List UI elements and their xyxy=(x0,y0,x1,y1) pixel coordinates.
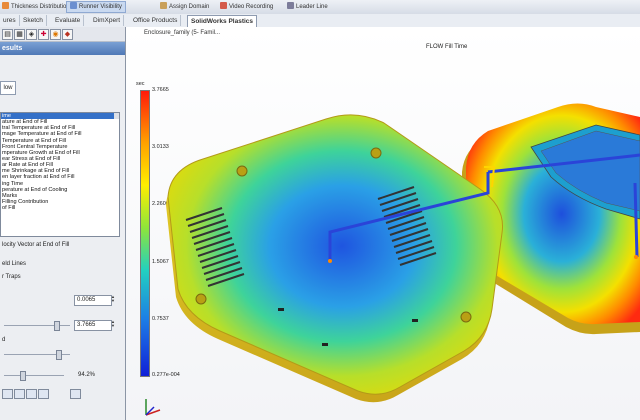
tab-office-products[interactable]: Office Products xyxy=(130,15,182,26)
thickness-icon xyxy=(2,2,9,9)
value-field-2[interactable]: 3.7665 xyxy=(74,320,112,331)
transparency-thumb[interactable] xyxy=(20,371,26,381)
top-toolbar: Thickness Distribution Runner Visibility… xyxy=(0,0,640,15)
label-d: d xyxy=(2,337,6,343)
config-manager-icon[interactable]: ◈ xyxy=(26,29,37,40)
graphics-viewport[interactable]: Enclosure_family (5- Famil... FLOW Fill … xyxy=(126,27,640,420)
stop-icon[interactable] xyxy=(26,389,37,399)
tab-solidworks-plastics[interactable]: SolidWorks Plastics xyxy=(187,15,258,27)
runner-icon xyxy=(70,2,77,9)
tab-evaluate[interactable]: Evaluate xyxy=(52,15,85,26)
video-recording-button[interactable]: Video Recording xyxy=(220,2,273,12)
spin-arrows-2[interactable]: ▲ ▼ xyxy=(111,320,115,328)
record-icon[interactable] xyxy=(38,389,49,399)
dimxpert-icon[interactable]: ✚ xyxy=(38,29,49,40)
video-icon xyxy=(220,2,227,9)
display-manager-icon[interactable]: ◉ xyxy=(50,29,61,40)
play-icon[interactable] xyxy=(2,389,13,399)
leader-line-icon xyxy=(287,2,294,9)
spin-arrows-1[interactable]: ▲ ▼ xyxy=(111,295,115,303)
property-manager-icon[interactable]: ▦ xyxy=(14,29,25,40)
results-property-manager: ▤ ▦ ◈ ✚ ◉ ◆ esults low ime ature at End … xyxy=(0,27,126,420)
settings-icon[interactable] xyxy=(70,389,81,399)
thickness-distribution-button[interactable]: Thickness Distribution xyxy=(2,2,70,12)
list-scrollbar[interactable] xyxy=(114,113,119,120)
pause-icon[interactable] xyxy=(14,389,25,399)
slider-thumb-1[interactable] xyxy=(54,321,60,331)
panel-toolbar: ▤ ▦ ◈ ✚ ◉ ◆ xyxy=(0,27,125,42)
slider-thumb-2[interactable] xyxy=(56,350,62,360)
list-item[interactable]: of Fill xyxy=(1,205,119,211)
option-velocity-vector[interactable]: locity Vector at End of Fill xyxy=(2,242,69,248)
value-field-1[interactable]: 0.0065 xyxy=(74,295,112,306)
plastics-icon[interactable]: ◆ xyxy=(62,29,73,40)
results-list[interactable]: ime ature at End of Fill tral Temperatur… xyxy=(0,112,120,237)
domain-icon xyxy=(160,2,167,9)
model-render xyxy=(166,103,640,403)
transparency-slider[interactable] xyxy=(4,375,64,376)
feature-tree-icon[interactable]: ▤ xyxy=(2,29,13,40)
result-slider-1[interactable] xyxy=(4,325,70,326)
tab-sketch[interactable]: Sketch xyxy=(20,15,47,26)
panel-title: esults xyxy=(0,42,125,55)
tab-features[interactable]: ures xyxy=(0,15,20,26)
tab-dimxpert[interactable]: DimXpert xyxy=(90,15,125,26)
assign-domain-button[interactable]: Assign Domain xyxy=(160,2,209,12)
command-tabs: ures Sketch Evaluate DimXpert Office Pro… xyxy=(0,14,640,38)
enclosure-part-left xyxy=(166,114,504,403)
option-weld-lines[interactable]: eld Lines xyxy=(2,261,26,267)
axis-triad-icon xyxy=(145,399,161,416)
option-air-traps[interactable]: r Traps xyxy=(2,274,21,280)
runner-visibility-button[interactable]: Runner Visibility xyxy=(66,1,126,13)
leader-line-button[interactable]: Leader Line xyxy=(287,2,328,12)
tab-flow[interactable]: low xyxy=(0,81,16,95)
percent-value: 94.2% xyxy=(78,372,96,378)
